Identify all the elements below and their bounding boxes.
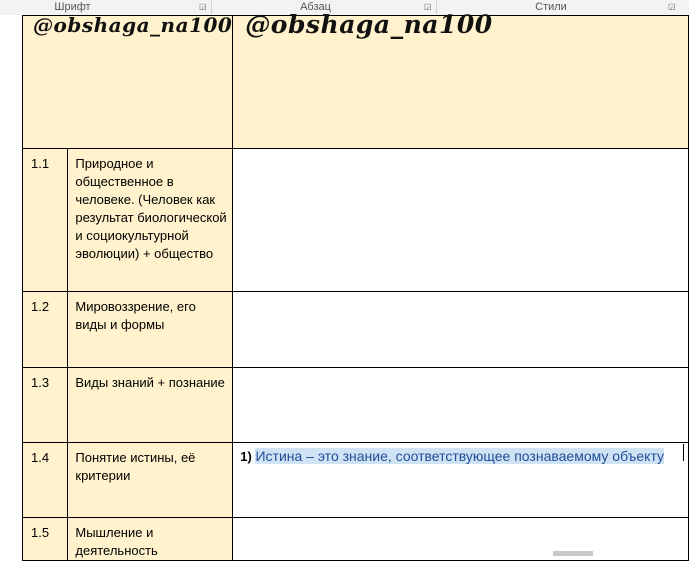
dialog-launcher-icon[interactable]: ◲ [668, 3, 676, 11]
text-cursor [683, 444, 684, 461]
row-content-cell[interactable] [232, 148, 689, 292]
row-number-cell[interactable]: 1.4 [21, 442, 69, 518]
row-content-cell[interactable] [232, 367, 689, 443]
dialog-launcher-icon[interactable]: ◲ [199, 3, 207, 11]
header-logo-cell-right[interactable]: @obshaga_na100 [232, 10, 689, 149]
header-logo-cell-left[interactable]: @obshaga_na100 [21, 13, 234, 149]
table-row: 1.3 Виды знаний + познание [21, 367, 689, 443]
row-content-cell[interactable] [232, 291, 689, 368]
row-topic: Мировоззрение, его виды и формы [75, 299, 196, 332]
row-topic: Природное и общественное в человеке. (Че… [75, 156, 227, 261]
row-topic: Виды знаний + познание [75, 375, 225, 390]
row-number-cell[interactable]: 1.3 [21, 367, 69, 443]
logo-watermark-left: @obshaga_na100 [33, 13, 233, 37]
row-topic-cell[interactable]: Мировоззрение, его виды и формы [67, 291, 234, 368]
row-number: 1.3 [31, 375, 50, 390]
selected-answer-text[interactable]: Истина – это знание, соответствующее поз… [255, 448, 665, 464]
answer-number: 1) [240, 449, 252, 464]
horizontal-scrollbar-thumb[interactable] [553, 551, 593, 556]
row-number-cell[interactable]: 1.5 [21, 517, 69, 561]
row-content-cell[interactable] [232, 517, 689, 561]
row-topic-cell[interactable]: Понятие истины, её критерии [67, 442, 234, 518]
topics-table: @obshaga_na100 @obshaga_na100 1.1 Природ… [21, 10, 689, 561]
answer-line[interactable]: 1) Истина – это знание, соответствующее … [233, 443, 688, 466]
logo-watermark-right: @obshaga_na100 [245, 10, 493, 39]
row-topic: Понятие истины, её критерии [75, 450, 196, 483]
row-number: 1.1 [31, 156, 50, 171]
row-number: 1.5 [31, 525, 50, 540]
row-topic-cell[interactable]: Природное и общественное в человеке. (Че… [67, 148, 234, 292]
row-topic-cell[interactable]: Виды знаний + познание [67, 367, 234, 443]
row-topic-cell[interactable]: Мышление и деятельность [67, 517, 234, 561]
row-content-cell[interactable]: 1) Истина – это знание, соответствующее … [232, 442, 689, 518]
row-number: 1.2 [31, 299, 50, 314]
row-number: 1.4 [31, 450, 50, 465]
ribbon-group-font-label: Шрифт [54, 1, 91, 13]
ribbon-group-styles-label: Стили [535, 1, 567, 13]
row-topic: Мышление и деятельность [75, 525, 158, 558]
table-row: 1.2 Мировоззрение, его виды и формы [21, 291, 689, 368]
table-row: 1.1 Природное и общественное в человеке.… [21, 148, 689, 292]
table-header-row: @obshaga_na100 @obshaga_na100 [21, 10, 689, 149]
table-row: 1.4 Понятие истины, её критерии 1) Истин… [21, 442, 689, 518]
row-number-cell[interactable]: 1.2 [21, 291, 69, 368]
row-number-cell[interactable]: 1.1 [21, 148, 69, 292]
